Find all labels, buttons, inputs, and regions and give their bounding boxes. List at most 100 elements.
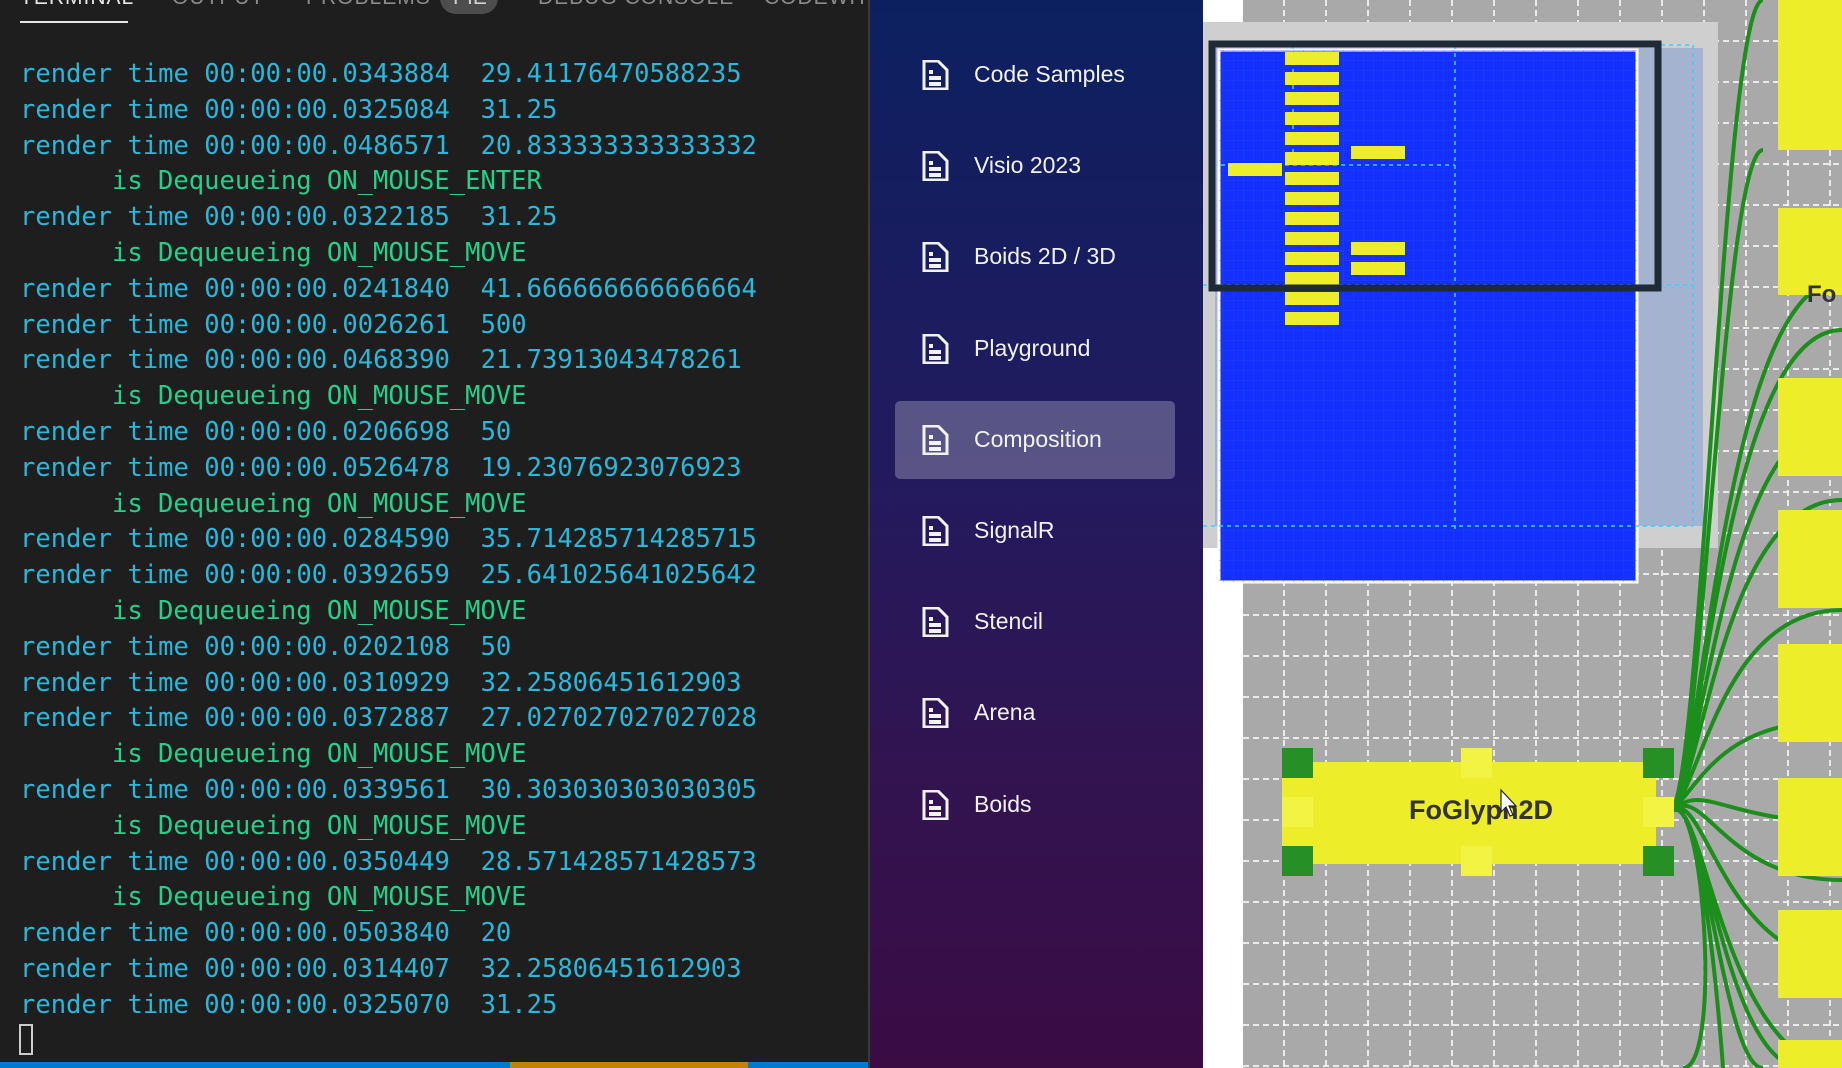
blue-canvas-grid <box>1219 50 1637 582</box>
foglyph2d-label: FoGlyph2D <box>1409 795 1553 825</box>
yellow-node <box>1285 112 1339 125</box>
nav-item-label: Boids 2D / 3D <box>974 243 1116 270</box>
nav-item-code-samples[interactable]: Code Samples <box>895 36 1175 114</box>
event-log-line: is Dequeueing ON_MOUSE_MOVE <box>112 237 527 268</box>
render-log-line: render time 00:00:00.0202108 50 <box>20 631 512 662</box>
yellow-node <box>1285 152 1339 165</box>
diagram-canvas[interactable]: Fo FoGlyph2D <box>1203 0 1842 1068</box>
nav-item-label: Stencil <box>974 608 1044 635</box>
nav-item-label: SignalR <box>974 517 1055 543</box>
document-icon <box>921 789 949 821</box>
yellow-node <box>1285 132 1339 145</box>
yellow-node <box>1285 232 1339 245</box>
terminal-cursor <box>19 1024 33 1055</box>
render-log-line: render time 00:00:00.0314407 32.25806451… <box>20 953 742 984</box>
tab-codewh[interactable]: CODEWH <box>764 0 866 10</box>
right-node <box>1778 778 1842 876</box>
status-bar-segment <box>510 1062 748 1068</box>
status-bar <box>0 1062 868 1068</box>
render-log-line: render time 00:00:00.0322185 31.25 <box>20 202 558 233</box>
nav-item-label: Playground <box>974 334 1091 361</box>
terminal-output[interactable]: render time 00:00:00.0343884 29.41176470… <box>20 57 757 1024</box>
handle-top-right[interactable] <box>1643 748 1674 778</box>
render-log-line: render time 00:00:00.0026261 500 <box>20 309 527 340</box>
handle-bottom-left[interactable] <box>1282 846 1313 876</box>
yellow-node <box>1285 312 1339 325</box>
yellow-node <box>1285 272 1339 285</box>
render-log-line: render time 00:00:00.0339561 30.30303030… <box>20 774 757 805</box>
nav-item-label: Boids <box>974 790 1032 817</box>
foglyph2d-node[interactable]: FoGlyph2D <box>1282 748 1674 876</box>
handle-bottom[interactable] <box>1461 846 1492 876</box>
canvas-svg[interactable]: Fo FoGlyph2D <box>1203 0 1842 1068</box>
nav-item-boids-2d-3d[interactable]: Boids 2D / 3D <box>895 218 1175 296</box>
render-log-line: render time 00:00:00.0468390 21.73913043… <box>20 345 742 376</box>
tab-problems[interactable]: PROBLEMS <box>306 0 431 10</box>
yellow-node <box>1285 92 1339 105</box>
yellow-node <box>1351 146 1405 159</box>
nav-item-boids[interactable]: Boids <box>895 766 1175 844</box>
partial-node-label: Fo <box>1807 281 1836 308</box>
nav-item-signalr[interactable]: SignalR <box>895 492 1175 570</box>
right-node <box>1778 1040 1842 1068</box>
nav-item-playground[interactable]: Playground <box>895 310 1175 388</box>
tab-pie[interactable]: PIE <box>440 0 498 14</box>
document-icon <box>921 150 949 182</box>
nav-item-visio-2023[interactable]: Visio 2023 <box>895 127 1175 205</box>
handle-top-left[interactable] <box>1282 748 1313 778</box>
nav-sidebar: Code Samples Visio 2023 Boids 2D / 3D Playg… <box>870 0 1203 1068</box>
nav-item-composition[interactable]: Composition <box>895 400 1175 479</box>
yellow-node <box>1351 262 1405 275</box>
right-node <box>1778 0 1842 150</box>
nav-item-stencil[interactable]: Stencil <box>895 583 1175 661</box>
tab-terminal[interactable]: TERMINAL <box>20 0 134 10</box>
yellow-node <box>1351 242 1405 255</box>
render-log-line: render time 00:00:00.0206698 50 <box>20 416 512 447</box>
nav-item-label: Composition <box>974 425 1102 452</box>
yellow-node <box>1285 212 1339 225</box>
render-log-line: render time 00:00:00.0343884 29.41176470… <box>20 59 742 89</box>
document-icon <box>921 59 949 91</box>
document-icon <box>921 606 949 638</box>
yellow-node <box>1285 52 1339 65</box>
yellow-node <box>1285 292 1339 305</box>
nav-item-label: Code Samples <box>974 61 1125 87</box>
yellow-node <box>1285 192 1339 205</box>
render-log-line: render time 00:00:00.0241840 41.66666666… <box>20 273 757 304</box>
right-node <box>1778 644 1842 742</box>
event-log-line: is Dequeueing ON_MOUSE_MOVE <box>112 488 527 519</box>
render-log-line: render time 00:00:00.0392659 25.64102564… <box>20 560 757 591</box>
panel-tab-bar: TERMINAL OUTPUT PROBLEMS PIE DEBUG CONSO… <box>0 0 868 26</box>
active-tab-indicator <box>20 21 128 23</box>
render-log-line: render time 00:00:00.0310929 32.25806451… <box>20 667 742 698</box>
render-log-line: render time 00:00:00.0350449 28.57142857… <box>20 846 757 877</box>
render-log-line: render time 00:00:00.0503840 20 <box>20 918 512 949</box>
render-log-line: render time 00:00:00.0325084 31.25 <box>20 94 558 125</box>
right-node <box>1778 510 1842 608</box>
yellow-node <box>1285 72 1339 85</box>
render-log-line: render time 00:00:00.0284590 35.71428571… <box>20 524 757 555</box>
event-log-line: is Dequeueing ON_MOUSE_MOVE <box>112 381 527 412</box>
handle-top[interactable] <box>1461 748 1492 778</box>
yellow-node <box>1285 172 1339 185</box>
document-icon <box>921 697 949 729</box>
right-node <box>1778 378 1842 476</box>
event-log-line: is Dequeueing ON_MOUSE_MOVE <box>112 810 527 841</box>
render-log-line: render time 00:00:00.0526478 19.23076923… <box>20 452 742 483</box>
event-log-line: is Dequeueing ON_MOUSE_MOVE <box>112 739 527 770</box>
yellow-node <box>1285 252 1339 265</box>
render-log-line: render time 00:00:00.0486571 20.83333333… <box>20 130 757 161</box>
render-log-line: render time 00:00:00.0372887 27.02702702… <box>20 703 757 734</box>
handle-right[interactable] <box>1643 797 1674 827</box>
event-log-line: is Dequeueing ON_MOUSE_ENTER <box>112 166 542 197</box>
tab-pie-label: PIE <box>453 0 487 10</box>
yellow-node <box>1228 163 1282 176</box>
handle-left[interactable] <box>1282 797 1313 827</box>
document-icon <box>921 333 949 365</box>
nav-item-label: Arena <box>974 699 1036 726</box>
event-log-line: is Dequeueing ON_MOUSE_MOVE <box>112 595 527 626</box>
nav-item-arena[interactable]: Arena <box>895 674 1175 752</box>
tab-debug-console[interactable]: DEBUG CONSOLE <box>538 0 734 10</box>
handle-bottom-right[interactable] <box>1643 846 1674 876</box>
tab-output[interactable]: OUTPUT <box>172 0 264 10</box>
